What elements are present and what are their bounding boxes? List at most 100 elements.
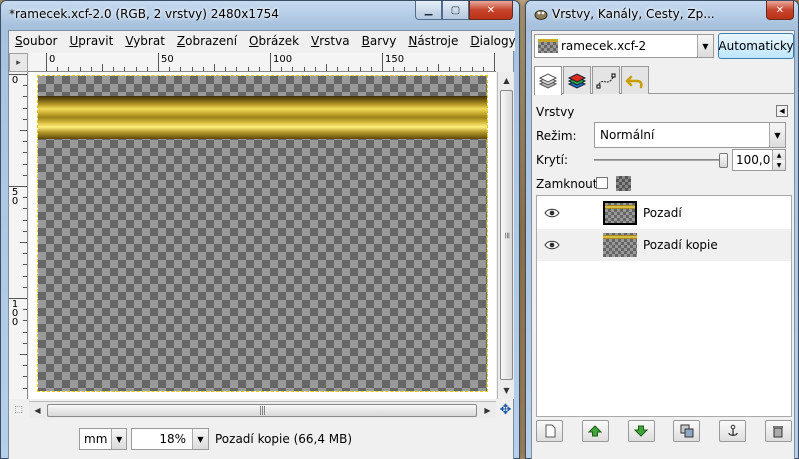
auto-button[interactable]: Automaticky bbox=[718, 33, 794, 59]
menu-item-dialogy[interactable]: Dialogy bbox=[464, 34, 515, 48]
menu-item-soubor[interactable]: Soubor bbox=[9, 34, 63, 48]
scroll-right-arrow[interactable]: ▶ bbox=[479, 402, 496, 419]
arrow-down-icon[interactable]: ▼ bbox=[773, 160, 785, 170]
triangle-left-icon: ◀ bbox=[779, 107, 785, 115]
menu-label: brázek bbox=[258, 34, 300, 48]
gold-frame-bar bbox=[38, 96, 487, 139]
menu-item-vrstva[interactable]: Vrstva bbox=[305, 34, 356, 48]
vertical-scroll-thumb[interactable]: ≡ bbox=[500, 90, 513, 380]
dock-close-button[interactable]: ✕ bbox=[766, 1, 794, 20]
layer-row[interactable]: Pozadí kopie bbox=[537, 229, 791, 261]
menu-item-barvy[interactable]: Barvy bbox=[356, 34, 403, 48]
ruler-minor-tick bbox=[393, 67, 395, 71]
ruler-major-tick bbox=[158, 53, 159, 71]
chevron-down-icon[interactable]: ▼ bbox=[192, 429, 208, 449]
menu-label: arvy bbox=[369, 34, 397, 48]
opacity-label: Krytí: bbox=[536, 153, 568, 167]
close-icon: ✕ bbox=[486, 4, 496, 16]
layer-row[interactable]: Pozadí bbox=[537, 197, 791, 229]
ruler-minor-tick bbox=[426, 67, 428, 71]
image-layer[interactable] bbox=[37, 75, 488, 392]
ruler-minor-tick bbox=[23, 163, 27, 165]
ruler-minor-tick bbox=[23, 387, 27, 389]
lock-alpha-icon[interactable] bbox=[616, 176, 631, 191]
horizontal-scroll-thumb[interactable]: ||| bbox=[47, 404, 477, 417]
lock-label: Zamknout: bbox=[536, 177, 602, 191]
menu-item-nástroje[interactable]: Nástroje bbox=[402, 34, 464, 48]
canvas-area[interactable] bbox=[29, 72, 496, 399]
ruler-minor-tick bbox=[102, 64, 103, 71]
menu-item-obrázek[interactable]: Obrázek bbox=[243, 34, 305, 48]
tab-layers[interactable] bbox=[534, 66, 562, 95]
maximize-button[interactable]: ▢ bbox=[442, 1, 469, 20]
menu-label: oubor bbox=[22, 34, 58, 48]
quick-mask-toggle[interactable]: ⬚ bbox=[9, 401, 28, 418]
anchor-layer-button[interactable] bbox=[719, 420, 747, 442]
dock-window-titlebar[interactable]: Vrstvy, Kanály, Cesty, Zp... bbox=[526, 1, 798, 27]
layer-thumbnail[interactable] bbox=[603, 233, 637, 257]
ruler-label: 100 bbox=[273, 54, 293, 65]
panel-menu-button[interactable]: ◀ bbox=[776, 105, 788, 117]
unit-value: mm bbox=[84, 432, 108, 446]
raise-layer-button[interactable] bbox=[581, 420, 609, 442]
eye-icon[interactable] bbox=[543, 207, 561, 219]
layer-thumbnail[interactable] bbox=[603, 201, 637, 225]
dock-window-caption-buttons: ✕ bbox=[766, 1, 794, 20]
layer-name[interactable]: Pozadí kopie bbox=[643, 238, 718, 252]
ruler-corner-menu-button[interactable]: ▸ bbox=[9, 53, 28, 72]
menu-item-zobrazení[interactable]: Zobrazení bbox=[171, 34, 243, 48]
chevron-down-icon[interactable]: ▼ bbox=[769, 123, 785, 147]
zoom-select[interactable]: 18% ▼ bbox=[131, 428, 209, 450]
vertical-ruler[interactable]: 0 50 100 bbox=[9, 72, 28, 399]
ruler-minor-tick bbox=[23, 197, 27, 199]
menu-label: obrazení bbox=[185, 34, 238, 48]
minimize-button[interactable]: ▁ bbox=[415, 1, 442, 20]
tab-paths[interactable] bbox=[592, 66, 620, 94]
opacity-slider[interactable] bbox=[594, 153, 728, 168]
ruler-minor-tick bbox=[23, 365, 27, 367]
arrow-right-icon: ▶ bbox=[484, 406, 491, 415]
vertical-scrollbar[interactable]: ▲ ≡ ▼ bbox=[497, 72, 514, 399]
ruler-minor-tick bbox=[23, 118, 27, 120]
ruler-minor-tick bbox=[314, 67, 316, 71]
ruler-minor-tick bbox=[23, 85, 27, 87]
menu-item-vybrat[interactable]: Vybrat bbox=[119, 34, 171, 48]
unit-select[interactable]: mm ▼ bbox=[79, 428, 127, 450]
opacity-slider-handle[interactable] bbox=[719, 153, 728, 168]
tab-channels[interactable] bbox=[563, 66, 591, 94]
ruler-minor-tick bbox=[135, 67, 137, 71]
triangle-right-icon: ▸ bbox=[16, 57, 21, 68]
tab-undo-history[interactable] bbox=[621, 66, 649, 94]
arrow-up-icon: ▲ bbox=[503, 76, 510, 85]
chevron-down-icon[interactable]: ▼ bbox=[697, 35, 713, 57]
menu-item-upravit[interactable]: Upravit bbox=[63, 34, 119, 48]
new-layer-button[interactable] bbox=[536, 420, 563, 442]
duplicate-layer-button[interactable] bbox=[673, 420, 701, 442]
ruler-minor-tick bbox=[57, 67, 59, 71]
ruler-minor-tick bbox=[258, 67, 260, 71]
scroll-left-arrow[interactable]: ◀ bbox=[29, 402, 46, 419]
layers-dock-window: Vrstvy, Kanály, Cesty, Zp... ✕ ramecek.x… bbox=[525, 0, 799, 459]
lock-pixels-checkbox[interactable] bbox=[596, 177, 608, 189]
ruler-minor-tick bbox=[23, 96, 27, 98]
arrow-up-icon[interactable]: ▲ bbox=[773, 150, 785, 160]
ruler-minor-tick bbox=[214, 64, 215, 71]
eye-icon[interactable] bbox=[543, 239, 561, 251]
delete-layer-button[interactable] bbox=[764, 420, 792, 442]
opacity-spinbox[interactable]: 100,0 ▲ ▼ bbox=[732, 149, 786, 171]
horizontal-ruler[interactable]: 050100150200 bbox=[28, 53, 496, 72]
ruler-minor-tick bbox=[23, 309, 27, 311]
chevron-down-icon[interactable]: ▼ bbox=[111, 429, 126, 449]
image-select-combo[interactable]: ramecek.xcf-2 ▼ bbox=[534, 34, 714, 58]
spin-arrows[interactable]: ▲ ▼ bbox=[772, 150, 785, 170]
layer-name[interactable]: Pozadí bbox=[643, 206, 682, 220]
lower-layer-button[interactable] bbox=[627, 420, 655, 442]
ruler-label: 100 bbox=[11, 299, 19, 328]
navigate-button[interactable]: ✥ bbox=[497, 401, 514, 418]
scroll-up-arrow[interactable]: ▲ bbox=[498, 72, 515, 89]
ruler-minor-tick bbox=[23, 264, 27, 266]
horizontal-scrollbar[interactable]: ◀ ||| ▶ bbox=[29, 401, 496, 418]
close-button[interactable]: ✕ bbox=[469, 1, 513, 20]
mode-select[interactable]: Normální ▼ bbox=[594, 122, 786, 148]
scroll-down-arrow[interactable]: ▼ bbox=[498, 382, 515, 399]
